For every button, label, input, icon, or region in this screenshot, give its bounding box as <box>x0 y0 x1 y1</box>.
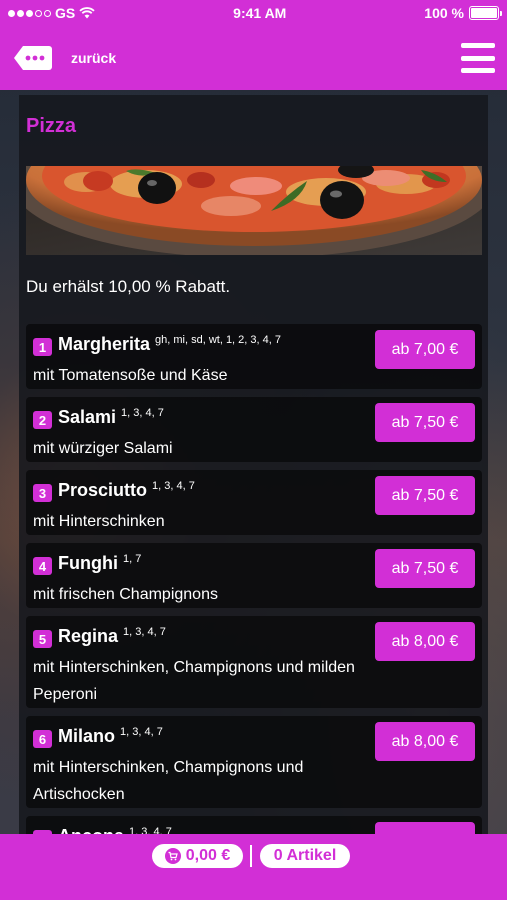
back-label: zurück <box>71 50 117 66</box>
product-item[interactable]: 5 Regina 1, 3, 4, 7 mit Hinterschinken, C… <box>26 616 482 708</box>
wifi-icon <box>79 7 95 19</box>
footer-divider <box>250 845 252 867</box>
product-allergens: 1, 3, 4, 7 <box>152 480 195 492</box>
product-name: Prosciutto <box>58 480 148 500</box>
product-allergens: 1, 3, 4, 7 <box>123 626 166 638</box>
pizza-banner-image <box>26 166 482 255</box>
back-button[interactable]: zurück <box>13 43 116 73</box>
product-name: Regina <box>58 626 119 646</box>
product-name: Milano <box>58 726 115 746</box>
price-button[interactable]: ab 7,50 € <box>375 476 475 515</box>
item-count-button[interactable]: 0 Artikel <box>260 844 350 868</box>
product-description: mit würziger Salami <box>33 440 173 457</box>
product-description: mit Hinterschinken <box>33 513 165 530</box>
cart-footer: 0,00 € 0 Artikel <box>0 834 507 900</box>
product-description: mit Hinterschinken, Champignons und Arti… <box>33 759 304 803</box>
product-name: Margherita <box>58 334 151 354</box>
cart-total-button[interactable]: 0,00 € <box>152 844 243 868</box>
product-allergens: 1, 3, 4, 7 <box>121 407 164 419</box>
carrier-info: GS <box>8 5 95 21</box>
product-description: mit Hinterschinken, Champignons und mild… <box>33 659 355 703</box>
battery-level <box>470 8 497 18</box>
product-name: Funghi <box>58 553 118 573</box>
product-number: 1 <box>33 338 52 356</box>
product-number: 3 <box>33 484 52 502</box>
cart-icon <box>164 848 181 864</box>
product-item[interactable]: 4 Funghi 1, 7 mit frischen Champignons ab… <box>26 543 482 608</box>
menu-panel: Pizza Du erhälst 10,00 % Rabatt. 1 Margh… <box>19 95 488 835</box>
product-description: mit frischen Champignons <box>33 586 218 603</box>
clock: 9:41 AM <box>233 5 287 21</box>
carrier-name: GS <box>55 5 76 21</box>
section-title: Pizza <box>26 115 77 137</box>
price-button[interactable]: ab 7,00 € <box>375 330 475 369</box>
product-item[interactable]: 6 Milano 1, 3, 4, 7 mit Hinterschinken, C… <box>26 716 482 808</box>
navigation-bar: zurück <box>0 26 507 90</box>
product-allergens: 1, 3, 4, 7 <box>120 726 163 738</box>
speech-bubble-back-icon <box>14 46 52 70</box>
product-allergens: gh, mi, sd, wt, 1, 2, 3, 4, 7 <box>155 334 281 346</box>
price-button[interactable]: ab 7,50 € <box>375 403 475 442</box>
product-name: Salami <box>58 407 117 427</box>
battery-icon <box>468 6 502 20</box>
status-bar: GS 9:41 AM 100 % <box>0 0 507 26</box>
product-description: mit Tomatensoße und Käse <box>33 367 228 384</box>
cart-total: 0,00 € <box>185 847 231 864</box>
battery-percent: 100 % <box>424 5 464 21</box>
product-item[interactable]: 7 Ancona1, 3, 4, 7 <box>26 816 482 835</box>
product-number: 4 <box>33 557 52 575</box>
product-number: 2 <box>33 411 52 429</box>
discount-notice: Du erhälst 10,00 % Rabatt. <box>26 277 231 296</box>
product-item[interactable]: 2 Salami 1, 3, 4, 7 mit würziger Salami a… <box>26 397 482 462</box>
hamburger-menu-icon[interactable] <box>461 43 495 73</box>
item-count: 0 Artikel <box>273 847 337 864</box>
product-allergens: 1, 7 <box>122 553 142 565</box>
product-item[interactable]: 3 Prosciutto 1, 3, 4, 7 mit Hinterschinke… <box>26 470 482 535</box>
battery-info: 100 % <box>424 5 502 21</box>
product-number: 6 <box>33 730 52 748</box>
price-button[interactable]: ab 8,00 € <box>375 622 475 661</box>
product-item[interactable]: 1 Margherita gh, mi, sd, wt, 1, 2, 3, 4, … <box>26 324 482 389</box>
price-button[interactable]: ab 8,00 € <box>375 722 475 761</box>
price-button[interactable]: ab 7,50 € <box>375 549 475 588</box>
signal-strength-icon <box>8 9 51 17</box>
product-number: 5 <box>33 630 52 648</box>
